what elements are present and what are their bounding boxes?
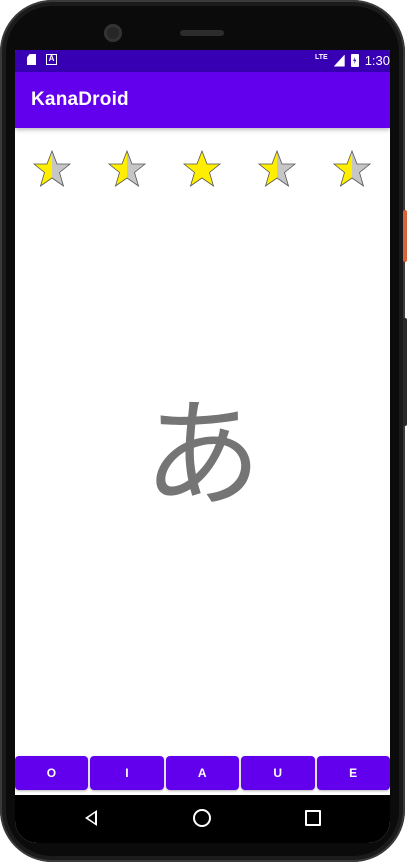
star-icon: [32, 149, 72, 187]
signal-icon: [333, 54, 345, 67]
answer-button-o[interactable]: O: [15, 756, 89, 790]
network-type: LTE: [314, 54, 328, 61]
star-icon: [332, 149, 372, 187]
answer-button-e[interactable]: E: [316, 756, 390, 790]
star-icon: [107, 149, 147, 187]
kana-character: あ: [143, 386, 262, 524]
front-camera: [104, 24, 122, 42]
status-bar: A LTE 1:30: [15, 50, 390, 72]
power-button: [403, 210, 407, 262]
phone-frame: A LTE 1:30 KanaDroid あ OIAUE: [0, 0, 407, 862]
app-title: KanaDroid: [31, 89, 129, 110]
home-icon[interactable]: [193, 809, 211, 827]
earpiece-speaker: [180, 30, 224, 36]
rating-stars: [15, 149, 390, 189]
app-bar: KanaDroid: [15, 72, 390, 128]
answer-button-u[interactable]: U: [241, 756, 315, 790]
a-notification-icon: A: [46, 54, 57, 65]
recents-icon[interactable]: [305, 810, 321, 826]
volume-button: [403, 318, 407, 426]
star-icon: [257, 149, 297, 187]
nav-bar: [15, 795, 390, 843]
star-icon: [182, 149, 222, 187]
sd-card-icon: [27, 54, 36, 65]
status-time: 1:30: [364, 53, 390, 68]
battery-charging-icon: [350, 54, 359, 67]
back-icon[interactable]: [85, 810, 97, 826]
answer-buttons: OIAUE: [15, 756, 390, 790]
answer-button-i[interactable]: I: [90, 756, 164, 790]
answer-button-a[interactable]: A: [165, 756, 240, 790]
app-screen: A LTE 1:30 KanaDroid あ OIAUE: [15, 50, 390, 843]
